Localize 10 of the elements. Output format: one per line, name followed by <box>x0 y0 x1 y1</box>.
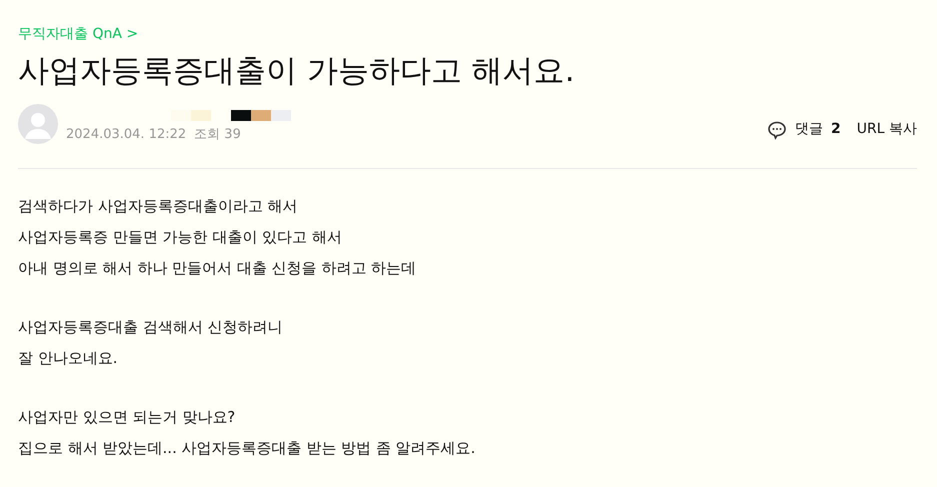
post-date: 2024.03.04. 12:22 <box>66 126 186 144</box>
body-paragraph: 사업자만 있으면 되는거 맞나요? 집으로 해서 받았는데... 사업자등록증대출 받는 방법 좀 알려주세요. <box>18 407 476 460</box>
copy-url-button[interactable]: URL 복사 <box>856 119 917 140</box>
comment-icon <box>767 120 788 140</box>
comments-button[interactable]: 댓글 2 <box>767 119 841 140</box>
body-paragraph: 검색하다가 사업자등록증대출이라고 해서 사업자등록증 만들면 가능한 대출이 있다고 해서 아내 명의로 해서 하나 만들어서 대출 신청을 하려고 하는데 <box>18 196 418 280</box>
body-paragraph: 사업자등록증대출 검색해서 신청하려니 잘 안나오네요. <box>18 317 284 370</box>
post-title: 사업자등록증대출이 가능하다고 해서요. <box>18 53 576 90</box>
view-count: 조회 39 <box>194 126 241 144</box>
avatar-icon <box>18 104 58 144</box>
